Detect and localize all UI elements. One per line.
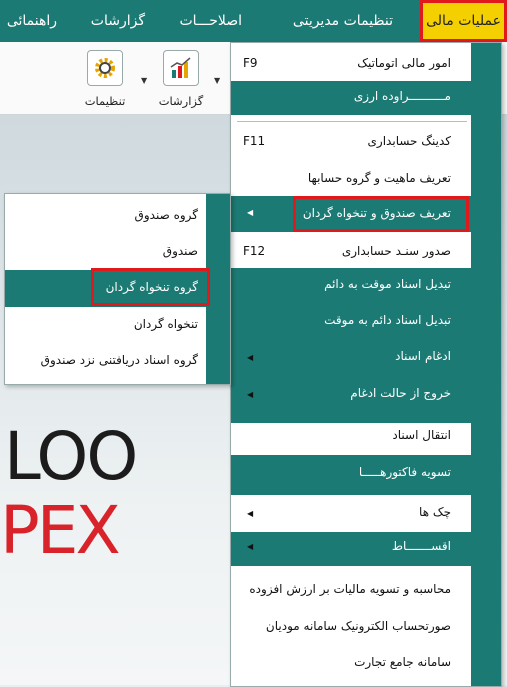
shortcut-label: F12 [243,244,266,258]
submenu-item-label: گروه اسناد دریافتنی نزد صندوق [40,353,198,367]
menu-management-settings[interactable]: تنظیمات مدیریتی [293,0,393,42]
submenu-arrow-icon: ◀ [247,509,254,518]
menu-item-transfer-vouchers[interactable]: انتقال اسناد [231,428,501,450]
menu-item-label: امور مالی اتوماتیک [357,56,451,70]
menu-item-accounting-coding[interactable]: کدینگ حسابداری F11 [231,134,501,156]
submenu-item-label: گروه تنخواه گردان [105,280,198,294]
submenu-item-fund[interactable]: صندوق [5,234,230,271]
menu-financial-operations[interactable]: عملیات مالی [420,0,507,42]
submenu-item-petty-cash[interactable]: تنخواه گردان [5,307,230,344]
menu-corrections[interactable]: اصلاحـــات [179,0,242,42]
menu-item-cheques[interactable]: چک ها ◀ [231,505,501,527]
menu-item-label: محاسبه و تسویه مالیات بر ارزش افزوده [249,582,451,596]
submenu-arrow-icon: ◀ [247,353,254,362]
menu-item-label: سامانه جامع تجارت [354,655,451,669]
submenu-arrow-icon: ◀ [247,390,254,399]
submenu-item-receivable-docs-group[interactable]: گروه اسناد دریافتنی نزد صندوق [5,343,230,380]
submenu-item-label: گروه صندوق [134,208,198,222]
menu-item-permanent-to-temp[interactable]: تبدیل اسناد دائم به موقت [231,313,501,335]
submenu-item-label: تنخواه گردان [133,317,198,331]
menu-item-label: صدور سنـد حسابداری [341,244,451,258]
menu-item-define-fund[interactable]: تعریف صندوق و تنخواه گردان ◀ [231,196,501,232]
menu-item-label: انتقال اسناد [392,428,451,442]
menu-item-label: صورتحساب الکترونیک سامانه مودیان [265,619,451,633]
menu-item-e-invoice[interactable]: صورتحساب الکترونیک سامانه مودیان [231,619,501,641]
menu-item-label: ادغام اسناد [395,349,451,363]
shortcut-label: F9 [243,56,258,70]
menu-item-label: تعریف صندوق و تنخواه گردان [302,206,451,220]
settings-toolbar-label: تنظیمات [84,94,126,108]
fund-submenu: گروه صندوق صندوق گروه تنخواه گردان تنخوا… [4,193,231,385]
submenu-arrow-icon: ◀ [247,208,254,217]
menu-item-settle-invoices[interactable]: تسویه فاکتورهـــــا [231,455,501,495]
submenu-item-fund-group[interactable]: گروه صندوق [5,198,230,235]
menu-item-label: تبدیل اسناد موقت به دائم [324,277,451,291]
shortcut-label: F11 [243,134,266,148]
financial-operations-menu: امور مالی اتوماتیک F9 مــــــــــراوده ا… [230,42,502,687]
menu-item-label: چک ها [419,505,451,519]
settings-dropdown-caret[interactable]: ▼ [141,76,147,85]
reports-toolbar-label: گزارشات [158,94,204,108]
menu-item-auto-financial[interactable]: امور مالی اتوماتیک F9 [231,56,501,78]
background-logo-line2: PEX [0,492,121,569]
submenu-item-label: صندوق [162,244,198,258]
menu-item-label: خروج از حالت ادغام [350,386,451,400]
menu-item-currency-exchange[interactable]: مــــــــــراوده ارزی [231,81,501,115]
background-logo-line1: LOO [4,418,138,495]
menu-item-label: تسویه فاکتورهـــــا [358,465,451,479]
menu-item-issue-voucher[interactable]: صدور سنـد حسابداری F12 [231,244,501,266]
menu-item-account-nature[interactable]: تعریف ماهیت و گروه حسابها [231,171,501,193]
chart-icon [163,50,199,86]
gear-icon [87,50,123,86]
menu-reports[interactable]: گزارشات [91,0,145,42]
menu-item-vat-settlement[interactable]: محاسبه و تسویه مالیات بر ارزش افزوده [231,582,501,604]
menu-item-label: تبدیل اسناد دائم به موقت [324,313,451,327]
menu-separator [237,121,467,122]
menu-item-label: اقســـــــاط [391,539,451,553]
menu-item-exit-merge[interactable]: خروج از حالت ادغام ◀ [231,386,501,408]
menu-help[interactable]: راهنمائی [7,0,57,42]
reports-dropdown-caret[interactable]: ▼ [214,76,220,85]
submenu-arrow-icon: ◀ [247,542,254,551]
menu-item-trade-system[interactable]: سامانه جامع تجارت [231,655,501,677]
menu-item-label: کدینگ حسابداری [367,134,451,148]
menu-item-label: تعریف ماهیت و گروه حسابها [307,171,451,185]
menu-item-merge-vouchers[interactable]: ادغام اسناد ◀ [231,349,501,371]
main-menubar: عملیات مالی تنظیمات مدیریتی اصلاحـــات گ… [0,0,507,42]
reports-toolbar-button[interactable]: گزارشات [150,48,212,110]
submenu-item-petty-cash-group[interactable]: گروه تنخواه گردان [5,268,230,307]
settings-toolbar-button[interactable]: تنظیمات [74,48,136,110]
menu-item-installments[interactable]: اقســـــــاط ◀ [231,532,501,566]
menu-item-label: مــــــــــراوده ارزی [353,89,451,103]
menu-item-temp-to-permanent[interactable]: تبدیل اسناد موقت به دائم [231,277,501,299]
